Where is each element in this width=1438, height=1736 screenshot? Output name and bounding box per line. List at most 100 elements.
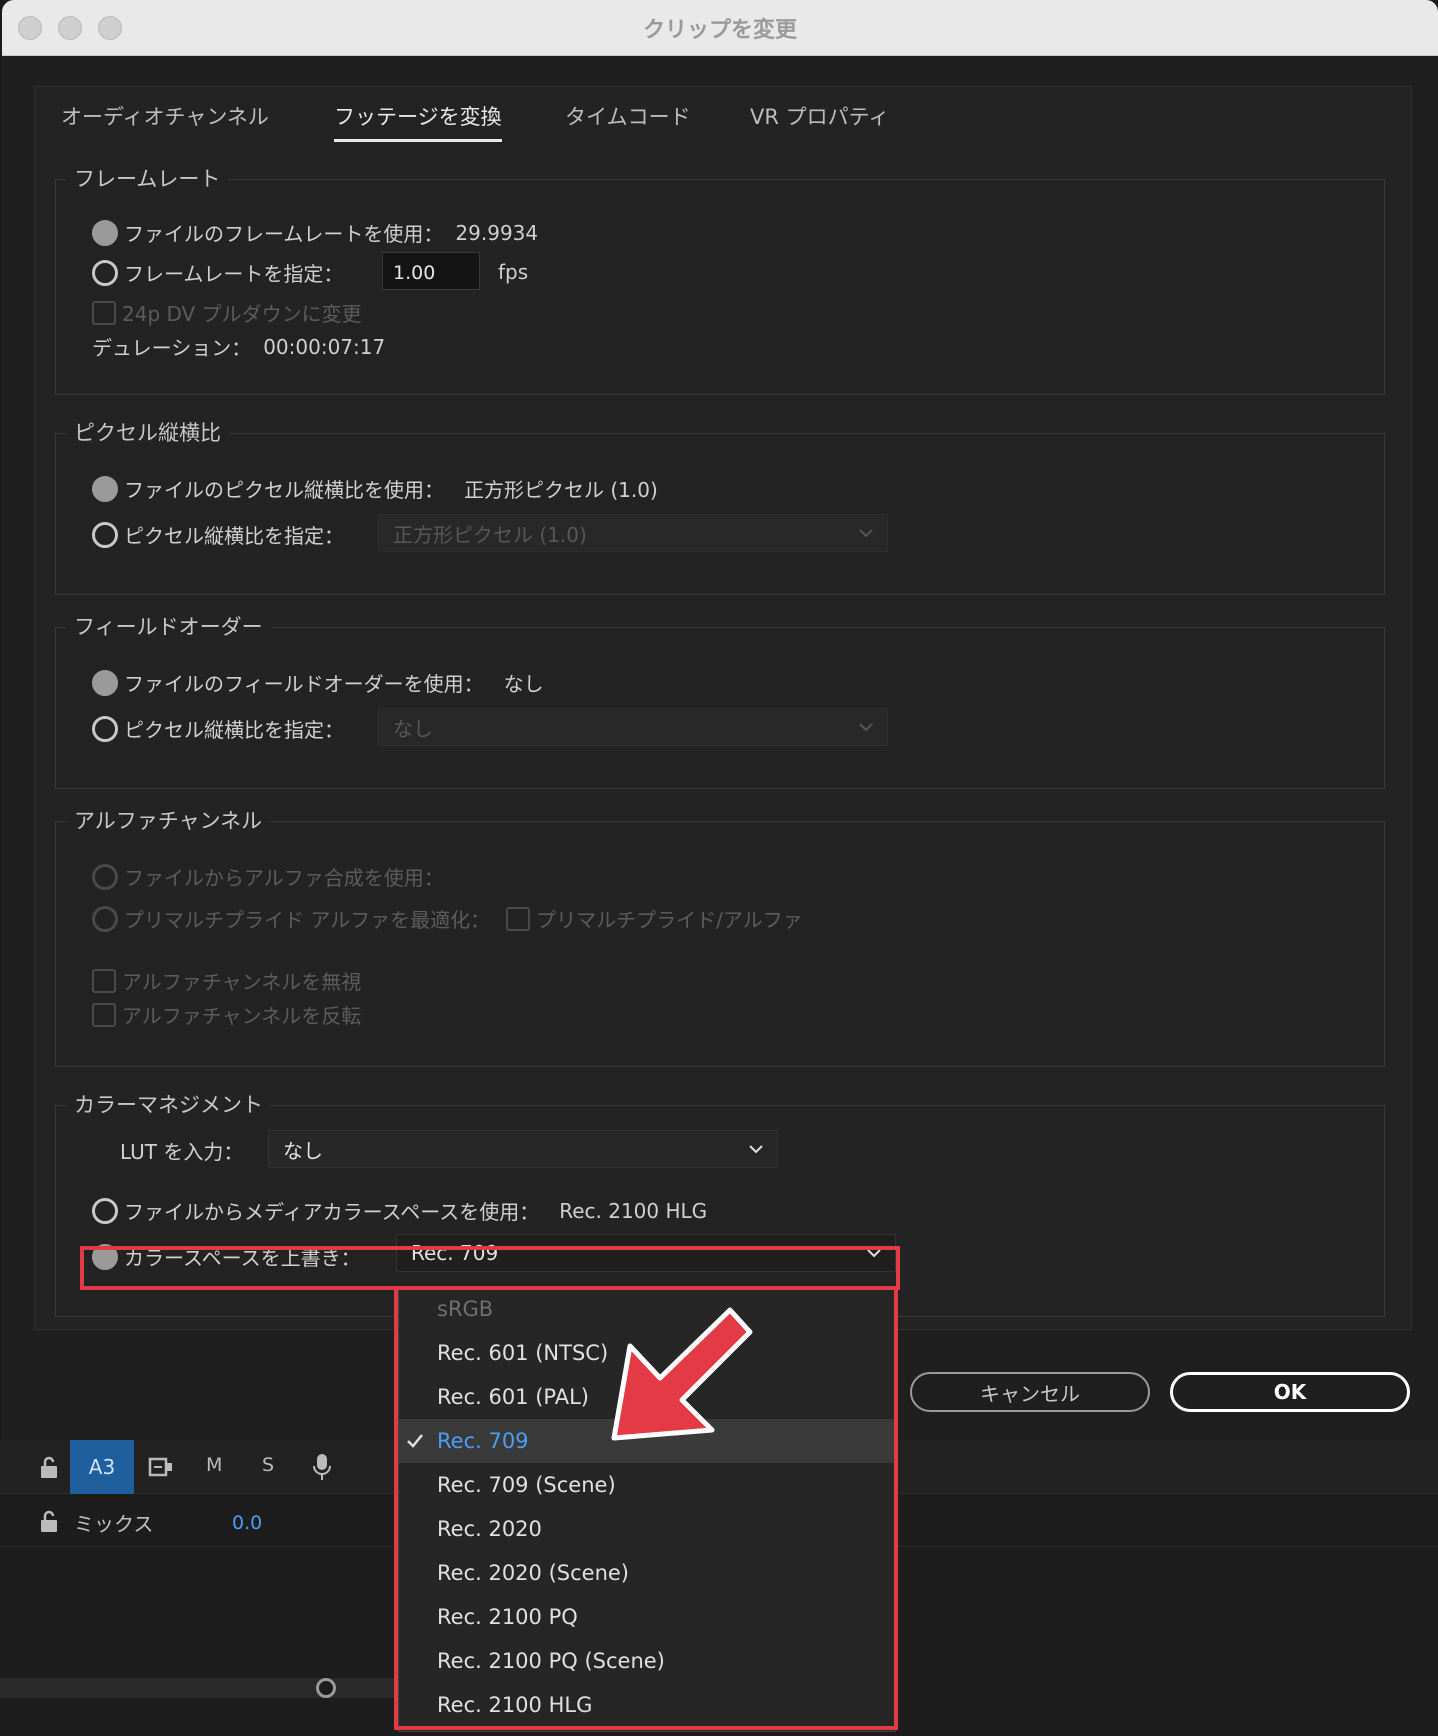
window-title: クリップを変更 (642, 18, 797, 43)
title-bar: クリップを変更 (2, 0, 1438, 56)
use-file-field-order-radio[interactable] (92, 669, 118, 696)
file-field-order-value: なし (503, 672, 544, 696)
conform-pixel-aspect-label: ピクセル縦横比を指定： (124, 524, 344, 548)
mix-label: ミックス (74, 1512, 154, 1536)
field-order-dropdown: なし (378, 708, 888, 746)
track-output-icon[interactable] (148, 1456, 174, 1478)
alpha-use-file-row: ファイルからアルファ合成を使用： (92, 862, 444, 891)
chevron-down-icon (859, 529, 873, 538)
cancel-button[interactable]: キャンセル (910, 1372, 1150, 1412)
menu-item-rec709-scene[interactable]: Rec. 709 (Scene) (399, 1463, 895, 1507)
menu-item-rec2100-hlg[interactable]: Rec. 2100 HLG (399, 1683, 895, 1727)
lock-icon[interactable] (38, 1456, 60, 1480)
tab-timecode[interactable]: タイムコード (565, 101, 691, 139)
alpha-channel-label: アルファチャンネル (66, 805, 271, 835)
assume-frame-rate-row[interactable]: フレームレートを指定： (92, 258, 343, 287)
duration-row: デュレーション： 00:00:07:17 (92, 332, 385, 361)
tab-vr-properties[interactable]: VR プロパティ (750, 101, 889, 139)
zoom-handle[interactable] (316, 1678, 336, 1698)
use-file-colorspace-label: ファイルからメディアカラースペースを使用： (124, 1200, 540, 1224)
frame-rate-group: フレームレート ファイルのフレームレートを使用： 29.9934 フレームレート… (55, 163, 1385, 395)
chevron-down-icon (867, 1249, 881, 1258)
microphone-icon[interactable] (312, 1452, 332, 1482)
frame-rate-input[interactable]: 1.00 (382, 252, 480, 290)
assume-frame-rate-radio[interactable] (92, 259, 118, 286)
field-order-group: フィールドオーダー ファイルのフィールドオーダーを使用： なし ピクセル縦横比を… (55, 611, 1385, 789)
pulldown-label: 24p DV プルダウンに変更 (122, 302, 362, 326)
conform-field-order-row[interactable]: ピクセル縦横比を指定： (92, 714, 344, 743)
pixel-aspect-label: ピクセル縦横比 (66, 417, 229, 447)
pulldown-row: 24p DV プルダウンに変更 (92, 298, 362, 327)
ignore-alpha-row: アルファチャンネルを無視 (92, 966, 361, 995)
color-management-label: カラーマネジメント (66, 1089, 271, 1119)
use-file-frame-rate-row[interactable]: ファイルのフレームレートを使用： 29.9934 (92, 218, 538, 247)
chevron-down-icon (749, 1145, 763, 1154)
invert-alpha-label: アルファチャンネルを反転 (122, 1004, 362, 1028)
lock-icon[interactable] (38, 1510, 60, 1534)
invert-alpha-checkbox (92, 1002, 116, 1027)
use-file-pixel-aspect-row[interactable]: ファイルのピクセル縦横比を使用： 正方形ピクセル (1.0) (92, 474, 658, 503)
pixel-aspect-dropdown: 正方形ピクセル (1.0) (378, 514, 888, 552)
pixel-aspect-group: ピクセル縦横比 ファイルのピクセル縦横比を使用： 正方形ピクセル (1.0) ピ… (55, 417, 1385, 595)
override-colorspace-dropdown[interactable]: Rec. 709 (396, 1234, 896, 1272)
checkmark-icon (407, 1434, 423, 1448)
use-file-colorspace-row[interactable]: ファイルからメディアカラースペースを使用： Rec. 2100 HLG (92, 1196, 707, 1225)
override-colorspace-radio[interactable] (92, 1243, 118, 1270)
premultiplied-checkbox (506, 906, 531, 931)
frame-rate-label: フレームレート (66, 163, 229, 193)
assume-frame-rate-label: フレームレートを指定： (124, 262, 344, 286)
conform-pixel-aspect-radio[interactable] (92, 521, 118, 548)
dialog-content: オーディオチャンネル フッテージを変換 タイムコード VR プロパティ フレーム… (34, 86, 1412, 1330)
override-colorspace-value: Rec. 709 (411, 1241, 499, 1265)
ignore-alpha-label: アルファチャンネルを無視 (122, 970, 362, 994)
menu-item-rec2100-pq[interactable]: Rec. 2100 PQ (399, 1595, 895, 1639)
premultiplied-label: プリマルチプライド アルファを最適化： (124, 908, 491, 932)
override-colorspace-label: カラースペースを上書き： (124, 1246, 361, 1270)
mute-button[interactable]: M (206, 1454, 222, 1476)
field-order-dropdown-value: なし (393, 716, 433, 741)
horizontal-scrollbar[interactable] (0, 1678, 400, 1698)
pulldown-checkbox (92, 300, 116, 325)
menu-item-rec2020[interactable]: Rec. 2020 (399, 1507, 895, 1551)
duration-value: 00:00:07:17 (263, 334, 386, 359)
ignore-alpha-checkbox (92, 968, 116, 993)
mix-value[interactable]: 0.0 (232, 1512, 262, 1534)
file-pixel-aspect-value: 正方形ピクセル (1.0) (464, 478, 658, 502)
chevron-down-icon (859, 723, 873, 732)
tab-audio-channels[interactable]: オーディオチャンネル (61, 101, 269, 139)
ok-button[interactable]: OK (1170, 1372, 1410, 1412)
track-a3-button[interactable]: A3 (70, 1440, 134, 1494)
use-file-frame-rate-radio[interactable] (92, 219, 118, 246)
use-file-field-order-row[interactable]: ファイルのフィールドオーダーを使用： なし (92, 668, 544, 697)
tab-interpret-footage[interactable]: フッテージを変換 (334, 101, 502, 142)
file-frame-rate-value: 29.9934 (455, 220, 539, 245)
premultiplied-check-label: プリマルチプライド/アルファ (536, 908, 803, 932)
menu-item-rec2020-scene[interactable]: Rec. 2020 (Scene) (399, 1551, 895, 1595)
conform-field-order-radio[interactable] (92, 715, 118, 742)
override-colorspace-row[interactable]: カラースペースを上書き： (92, 1242, 361, 1271)
invert-alpha-row: アルファチャンネルを反転 (92, 1000, 361, 1029)
use-file-frame-rate-label: ファイルのフレームレートを使用： (124, 222, 444, 246)
field-order-label: フィールドオーダー (66, 611, 271, 641)
modify-clip-dialog: クリップを変更 オーディオチャンネル フッテージを変換 タイムコード VR プロ… (2, 0, 1438, 1440)
conform-pixel-aspect-row[interactable]: ピクセル縦横比を指定： (92, 520, 344, 549)
use-file-pixel-aspect-radio[interactable] (92, 475, 118, 502)
solo-button[interactable]: S (262, 1454, 274, 1476)
duration-label: デュレーション： (92, 336, 252, 360)
pixel-aspect-dropdown-value: 正方形ピクセル (1.0) (393, 522, 587, 547)
menu-item-rec709-label: Rec. 709 (437, 1429, 529, 1453)
lut-dropdown[interactable]: なし (268, 1130, 778, 1168)
file-colorspace-value: Rec. 2100 HLG (559, 1198, 708, 1223)
conform-field-order-label: ピクセル縦横比を指定： (124, 718, 344, 742)
use-file-pixel-aspect-label: ファイルのピクセル縦横比を使用： (124, 478, 444, 502)
lut-label: LUT を入力： (120, 1140, 244, 1164)
alpha-channel-group: アルファチャンネル ファイルからアルファ合成を使用： プリマルチプライド アルフ… (55, 805, 1385, 1067)
use-file-field-order-label: ファイルのフィールドオーダーを使用： (124, 672, 484, 696)
fps-unit: fps (498, 260, 529, 284)
menu-item-rec2100-pq-scene[interactable]: Rec. 2100 PQ (Scene) (399, 1639, 895, 1683)
use-file-colorspace-radio[interactable] (92, 1197, 118, 1224)
alpha-use-file-label: ファイルからアルファ合成を使用： (124, 866, 444, 890)
alpha-use-file-radio (92, 863, 118, 890)
premultiplied-row: プリマルチプライド アルファを最適化： プリマルチプライド/アルファ (92, 904, 803, 933)
premultiplied-radio (92, 905, 118, 932)
